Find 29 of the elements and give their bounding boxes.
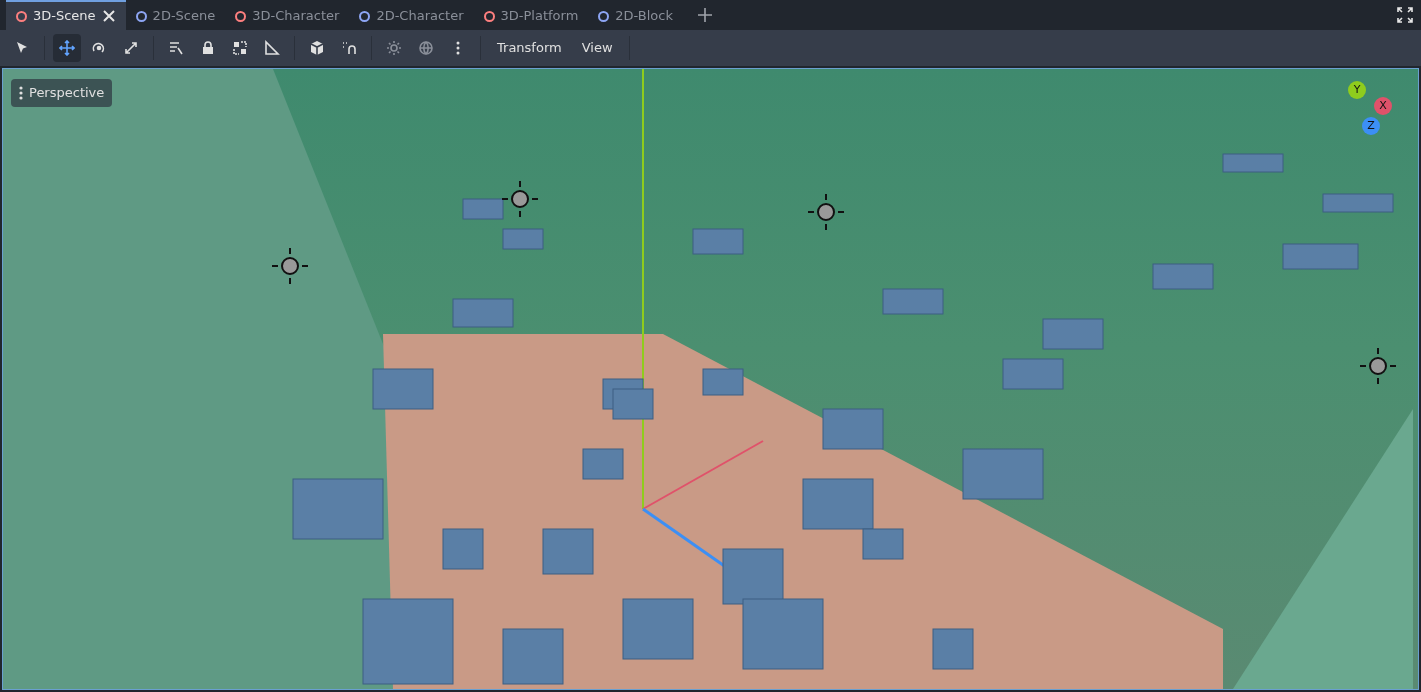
move-icon bbox=[59, 40, 75, 56]
close-icon[interactable] bbox=[101, 9, 116, 23]
axis-handle[interactable]: X bbox=[1374, 97, 1392, 115]
scene-tab[interactable]: 3D-Platform bbox=[473, 0, 589, 30]
view-mode-label: Perspective bbox=[29, 84, 105, 103]
scene-tab[interactable]: 3D-Character bbox=[225, 0, 350, 30]
list-select-icon bbox=[168, 40, 184, 56]
toolbar-button[interactable] bbox=[53, 34, 81, 62]
lock-icon bbox=[200, 40, 216, 56]
axis-handle[interactable]: Y bbox=[1348, 81, 1366, 99]
scene-tab[interactable]: 3D-Scene bbox=[6, 0, 126, 30]
scene-tab[interactable]: 2D-Character bbox=[349, 0, 474, 30]
sun-icon bbox=[386, 40, 402, 56]
scale-icon bbox=[123, 40, 139, 56]
magnet-icon bbox=[341, 40, 357, 56]
perspective-menu[interactable]: Perspective bbox=[11, 79, 113, 107]
menu-button[interactable]: View bbox=[573, 34, 621, 62]
add-tab-icon[interactable] bbox=[697, 7, 713, 23]
more-icon bbox=[19, 86, 23, 100]
viewport-render[interactable]: Perspective Y X Z bbox=[2, 68, 1419, 690]
fullscreen-icon[interactable] bbox=[1397, 7, 1413, 23]
group-icon bbox=[232, 40, 248, 56]
ruler-icon bbox=[264, 40, 280, 56]
cube-icon bbox=[309, 40, 325, 56]
axis-handle[interactable]: Z bbox=[1362, 117, 1380, 135]
globe-icon bbox=[418, 40, 434, 56]
scene-tab[interactable]: 2D-Block bbox=[588, 0, 683, 30]
scene-tab[interactable]: 2D-Scene bbox=[125, 0, 226, 30]
menu-button[interactable]: Transform bbox=[489, 34, 570, 62]
